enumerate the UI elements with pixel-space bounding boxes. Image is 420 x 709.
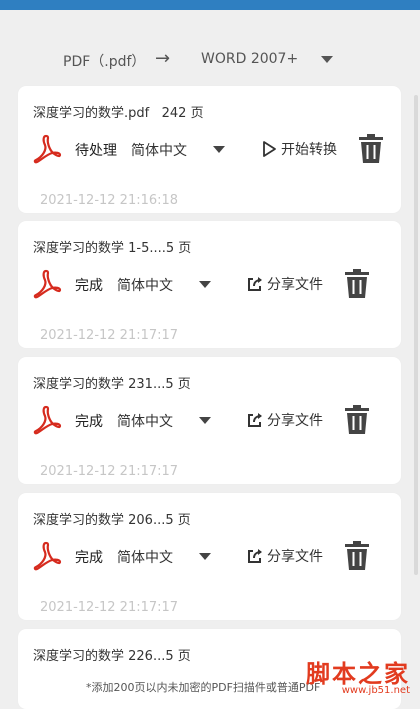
timestamp: 2021-12-12 21:17:17	[40, 464, 179, 479]
status-label: 完成	[75, 414, 103, 430]
chevron-down-icon[interactable]	[199, 281, 211, 288]
status-label: 完成	[75, 278, 103, 294]
pdf-icon	[33, 269, 62, 299]
chevron-down-icon[interactable]	[213, 146, 225, 153]
trash-icon[interactable]	[344, 405, 370, 435]
trash-icon[interactable]	[344, 269, 370, 299]
file-title: 深度学习的数学 206...5 页	[33, 513, 191, 528]
share-icon	[248, 549, 262, 563]
play-icon	[263, 141, 276, 157]
share-icon	[248, 277, 262, 291]
share-file-label: 分享文件	[267, 413, 323, 429]
language-select[interactable]: 简体中文	[131, 140, 187, 160]
pdf-icon	[33, 134, 62, 164]
chevron-down-icon[interactable]	[199, 417, 211, 424]
chevron-down-icon[interactable]	[321, 56, 333, 63]
file-card: 深度学习的数学.pdf 242 页 待处理 简体中文 开始转换 2021-12-…	[18, 86, 401, 213]
share-file-button[interactable]: 分享文件	[246, 410, 323, 430]
trash-icon[interactable]	[358, 134, 384, 164]
start-convert-button[interactable]: 开始转换	[260, 139, 337, 159]
file-title: 深度学习的数学.pdf 242 页	[33, 106, 204, 121]
timestamp: 2021-12-12 21:17:17	[40, 600, 179, 615]
share-file-label: 分享文件	[267, 549, 323, 565]
format-selector-row: PDF（.pdf） → WORD 2007+	[0, 42, 420, 78]
watermark-logo: 脚本之家	[306, 659, 410, 688]
timestamp: 2021-12-12 21:16:18	[40, 193, 179, 208]
trash-icon[interactable]	[344, 541, 370, 571]
file-card: 深度学习的数学 206...5 页 完成 简体中文 分享文件 2021-12-1…	[18, 493, 401, 620]
pdf-icon	[33, 405, 62, 435]
arrow-right-icon: →	[155, 48, 171, 69]
file-card: 深度学习的数学 1-5....5 页 完成 简体中文 分享文件 2021-12-…	[18, 221, 401, 348]
share-file-button[interactable]: 分享文件	[246, 274, 323, 294]
pdf-icon	[33, 541, 62, 571]
chevron-down-icon[interactable]	[199, 553, 211, 560]
status-label: 完成	[75, 550, 103, 566]
share-file-label: 分享文件	[267, 277, 323, 293]
share-file-button[interactable]: 分享文件	[246, 546, 323, 566]
file-title: 深度学习的数学 226...5 页	[33, 649, 191, 664]
language-select[interactable]: 简体中文	[117, 275, 173, 295]
status-label: 待处理	[75, 143, 117, 159]
source-format-label: PDF（.pdf）	[63, 54, 146, 70]
file-title: 深度学习的数学 231...5 页	[33, 377, 191, 392]
language-select[interactable]: 简体中文	[117, 411, 173, 431]
scrollbar[interactable]	[414, 95, 418, 575]
share-icon	[248, 413, 262, 427]
top-app-bar	[0, 0, 420, 10]
watermark: 脚本之家 www.jb51.net	[306, 662, 410, 696]
timestamp: 2021-12-12 21:17:17	[40, 328, 179, 343]
footer-hint: *添加200页以内未加密的PDF扫描件或普通PDF	[86, 681, 321, 694]
start-convert-label: 开始转换	[281, 142, 337, 158]
file-card: 深度学习的数学 231...5 页 完成 简体中文 分享文件 2021-12-1…	[18, 357, 401, 484]
target-format-select[interactable]: WORD 2007+	[201, 51, 298, 67]
language-select[interactable]: 简体中文	[117, 547, 173, 567]
file-title: 深度学习的数学 1-5....5 页	[33, 241, 192, 256]
